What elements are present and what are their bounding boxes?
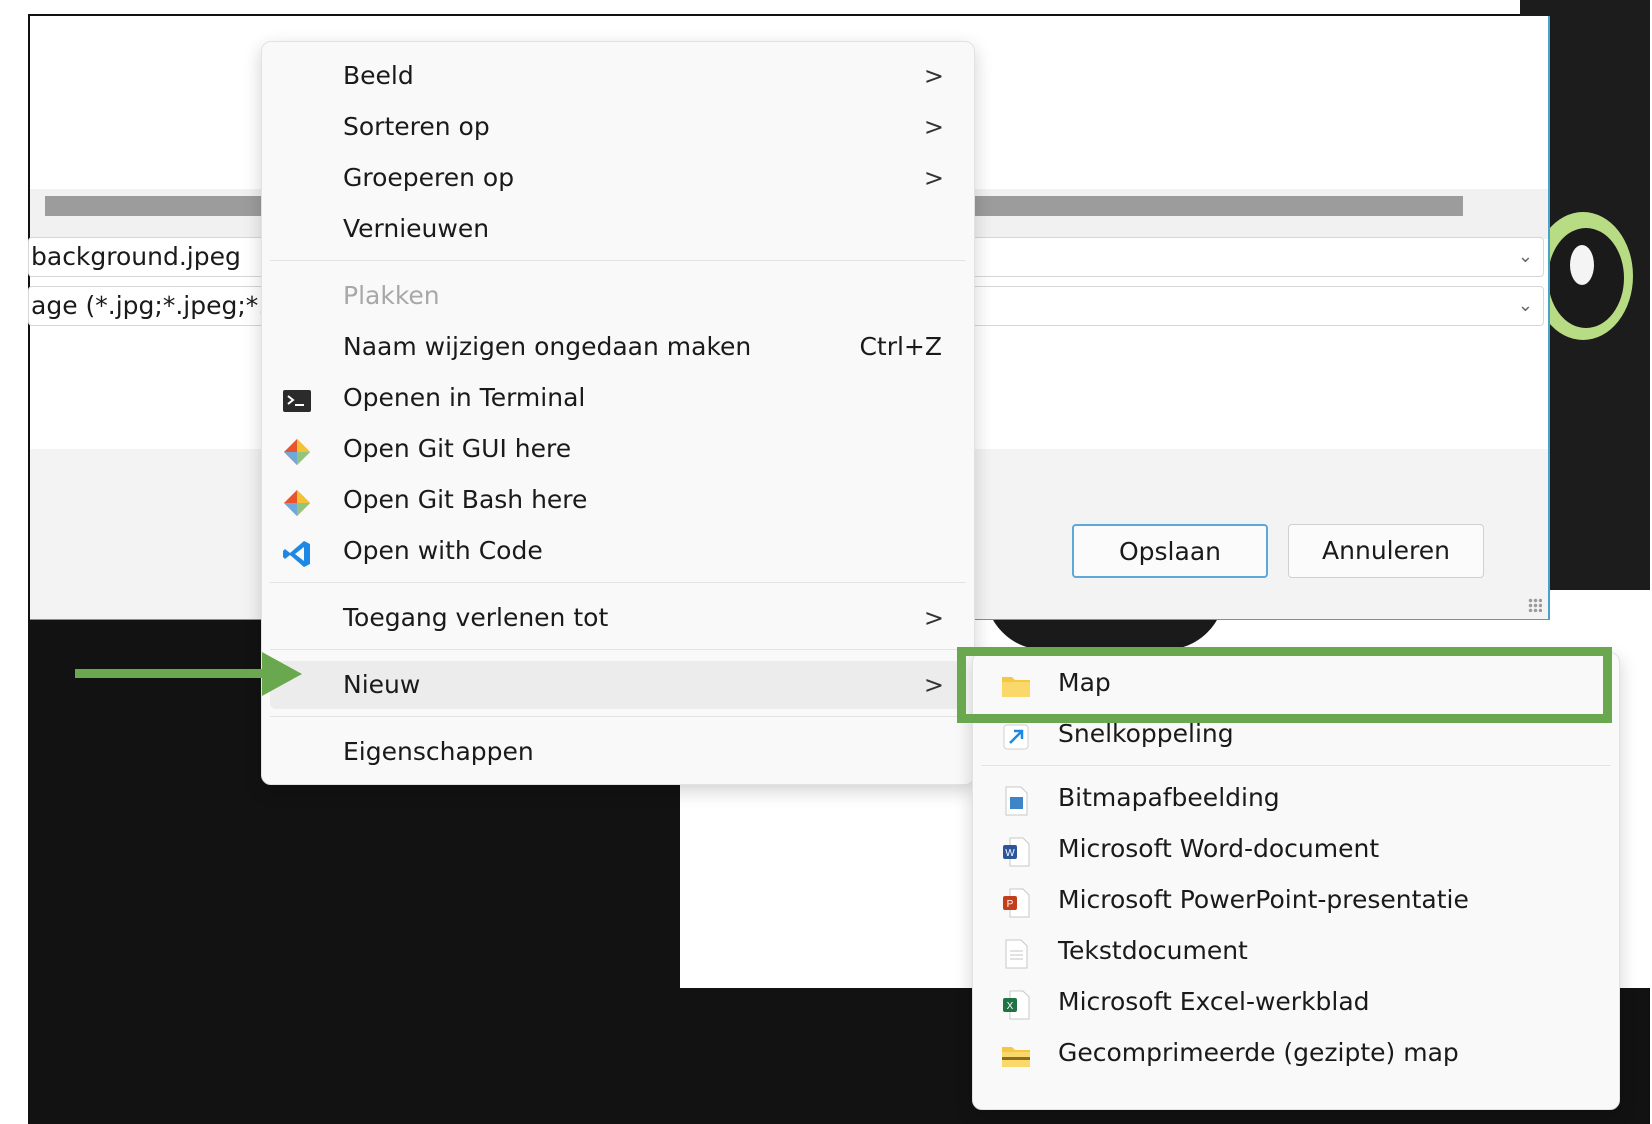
menu-item-label: Plakken [343,281,440,310]
shortcut-text: Ctrl+Z [859,332,942,361]
filename-value: background.jpeg [31,242,241,271]
chevron-right-icon: > [923,164,944,192]
svg-text:P: P [1007,899,1014,910]
menu-item-beeld[interactable]: Beeld > [270,52,966,100]
submenu-item-bitmapafbeelding[interactable]: Bitmapafbeelding [981,774,1611,822]
menu-item-label: Nieuw [343,670,421,699]
vscode-icon [282,537,312,567]
mascot-eye-shine [1570,245,1594,285]
highlight-box [957,647,1612,723]
annotation-arrow [75,669,265,678]
submenu-item-label: Microsoft Excel-werkblad [1058,987,1370,1016]
submenu-item-powerpoint-presentatie[interactable]: P Microsoft PowerPoint-presentatie [981,876,1611,924]
menu-separator [270,716,966,717]
menu-item-label: Naam wijzigen ongedaan maken [343,332,752,361]
resize-grip-icon[interactable] [1528,598,1542,612]
submenu-item-excel-werkblad[interactable]: X Microsoft Excel-werkblad [981,978,1611,1026]
word-icon: W [1001,835,1031,867]
chevron-right-icon: > [923,62,944,90]
chevron-right-icon: > [923,604,944,632]
menu-separator [270,260,966,261]
menu-item-label: Vernieuwen [343,214,490,243]
menu-separator [270,649,966,650]
zip-folder-icon [1001,1039,1031,1069]
menu-item-label: Groeperen op [343,163,515,192]
menu-item-open-with-code[interactable]: Open with Code [270,527,966,575]
menu-item-label: Toegang verlenen tot [343,603,609,632]
cancel-button[interactable]: Annuleren [1288,524,1484,578]
svg-text:X: X [1007,1001,1014,1012]
text-document-icon [1001,937,1031,969]
git-icon [282,435,312,465]
menu-item-label: Openen in Terminal [343,383,586,412]
menu-item-label: Open Git GUI here [343,434,572,463]
menu-item-label: Open with Code [343,536,543,565]
submenu-item-label: Microsoft PowerPoint-presentatie [1058,885,1469,914]
menu-item-eigenschappen[interactable]: Eigenschappen [270,728,966,776]
menu-item-label: Sorteren op [343,112,490,141]
submenu-item-label: Tekstdocument [1058,936,1248,965]
filetype-value: age (*.jpg;*.jpeg;*.jfi [31,291,289,320]
menu-item-naam-wijzigen-ongedaan-maken[interactable]: Naam wijzigen ongedaan maken Ctrl+Z [270,323,966,371]
chevron-right-icon: > [923,671,944,699]
submenu-item-gecomprimeerde-map[interactable]: Gecomprimeerde (gezipte) map [981,1029,1611,1077]
menu-item-nieuw[interactable]: Nieuw > [270,661,966,709]
submenu-item-tekstdocument[interactable]: Tekstdocument [981,927,1611,975]
menu-item-label: Open Git Bash here [343,485,588,514]
bitmap-icon [1001,784,1031,816]
menu-separator [270,582,966,583]
git-icon [282,486,312,516]
menu-item-open-git-gui[interactable]: Open Git GUI here [270,425,966,473]
menu-item-openen-in-terminal[interactable]: Openen in Terminal [270,374,966,422]
menu-item-label: Eigenschappen [343,737,534,766]
menu-item-plakken: Plakken [270,272,966,320]
submenu-item-label: Gecomprimeerde (gezipte) map [1058,1038,1459,1067]
shortcut-icon [1001,720,1031,750]
excel-icon: X [1001,988,1031,1020]
submenu-item-label: Microsoft Word-document [1058,834,1380,863]
svg-text:W: W [1005,848,1015,859]
chevron-down-icon[interactable]: ⌄ [1518,287,1533,325]
context-menu: Beeld > Sorteren op > Groeperen op > Ver… [261,41,975,785]
menu-item-groeperen-op[interactable]: Groeperen op > [270,154,966,202]
menu-item-open-git-bash[interactable]: Open Git Bash here [270,476,966,524]
menu-item-vernieuwen[interactable]: Vernieuwen [270,205,966,253]
submenu-item-label: Bitmapafbeelding [1058,783,1280,812]
chevron-right-icon: > [923,113,944,141]
submenu-item-word-document[interactable]: W Microsoft Word-document [981,825,1611,873]
save-button[interactable]: Opslaan [1072,524,1268,578]
powerpoint-icon: P [1001,886,1031,918]
terminal-icon [282,384,312,414]
menu-item-sorteren-op[interactable]: Sorteren op > [270,103,966,151]
menu-item-toegang-verlenen-tot[interactable]: Toegang verlenen tot > [270,594,966,642]
chevron-down-icon[interactable]: ⌄ [1518,238,1533,276]
menu-item-label: Beeld [343,61,414,90]
arrow-right-icon [262,652,302,696]
menu-separator [981,765,1611,766]
